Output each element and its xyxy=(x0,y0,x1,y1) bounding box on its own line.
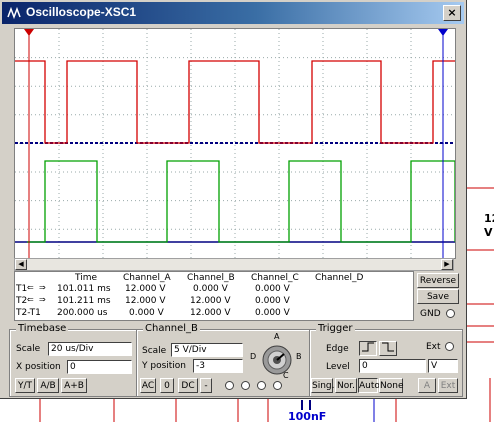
knob-label-c: C xyxy=(283,371,289,380)
level-unit-field[interactable]: V xyxy=(428,359,458,373)
row-t1-label: T1 xyxy=(16,284,28,294)
ab-button[interactable]: A/B xyxy=(37,378,59,393)
y-position-field[interactable]: -3 xyxy=(193,359,243,373)
gnd-terminal[interactable] xyxy=(446,309,455,318)
ext-terminal[interactable] xyxy=(445,342,454,351)
row-t2-t1-c: 0.000 V xyxy=(255,308,290,318)
timebase-scale-label: Scale xyxy=(16,344,41,354)
normal-button[interactable]: Nor. xyxy=(335,378,357,393)
row-t1-time: 101.011 ms xyxy=(57,284,111,294)
ac-button[interactable]: AC xyxy=(140,378,156,393)
trigger-a-button[interactable]: A xyxy=(418,378,436,393)
row-t1-a: 12.000 V xyxy=(125,284,166,294)
auto-button[interactable]: Auto xyxy=(358,378,380,393)
oscilloscope-window: Oscilloscope-XSC1 × ◀ ▶ Time Channel_A C… xyxy=(0,0,467,399)
channel-title: Channel_B xyxy=(143,323,200,334)
edge-label: Edge xyxy=(326,344,349,354)
falling-edge-icon[interactable] xyxy=(379,341,397,356)
channel-radio-d[interactable] xyxy=(273,381,282,390)
level-field[interactable]: 0 xyxy=(359,359,426,373)
cursor-t1-marker-icon xyxy=(24,29,34,36)
cursor-t2-marker-icon xyxy=(438,29,448,36)
trigger-title: Trigger xyxy=(316,323,355,334)
minus-button[interactable]: - xyxy=(200,378,212,393)
oscilloscope-app-icon xyxy=(7,6,21,20)
timebase-title: Timebase xyxy=(16,323,69,334)
yt-button[interactable]: Y/T xyxy=(15,378,35,393)
row-t2-a: 12.000 V xyxy=(125,296,166,306)
gnd-label: GND xyxy=(420,309,441,319)
knob-label-d: D xyxy=(250,352,257,361)
scope-plot xyxy=(15,29,456,258)
zero-button[interactable]: 0 xyxy=(160,378,174,393)
channel-group: Channel_B Scale 5 V/Div Y position -3 AC… xyxy=(136,323,310,397)
row-t2-t1-b: 12.000 V xyxy=(190,308,231,318)
row-t1-b: 0.000 V xyxy=(193,284,228,294)
row-t2-time: 101.211 ms xyxy=(57,296,111,306)
channel-radio-c[interactable] xyxy=(257,381,266,390)
scroll-right-icon[interactable]: ▶ xyxy=(441,259,453,270)
header-channel-a: Channel_A xyxy=(123,273,171,283)
trigger-group: Trigger Edge Ext Level 0 V Sing. Nor. Au… xyxy=(309,323,463,397)
row-t2-label: T2 xyxy=(16,296,28,306)
row-t1-c: 0.000 V xyxy=(255,284,290,294)
knob-label-a: A xyxy=(274,332,280,341)
channel-scale-label: Scale xyxy=(142,346,167,356)
scroll-left-icon[interactable]: ◀ xyxy=(15,259,27,270)
single-button[interactable]: Sing. xyxy=(311,378,335,393)
title-bar[interactable]: Oscilloscope-XSC1 × xyxy=(2,2,464,24)
header-time: Time xyxy=(75,273,98,283)
ext-label: Ext xyxy=(426,342,441,352)
a-plus-b-button[interactable]: A+B xyxy=(61,378,87,393)
level-label: Level xyxy=(326,362,350,372)
row-t2-t1-label: T2-T1 xyxy=(16,308,41,318)
timebase-group: Timebase Scale 20 us/Div X position 0 Y/… xyxy=(9,323,137,397)
rising-edge-icon[interactable] xyxy=(359,341,377,356)
x-position-field[interactable]: 0 xyxy=(67,360,132,374)
capacitor-label: 100nF xyxy=(288,410,327,423)
channel-scale-field[interactable]: 5 V/Div xyxy=(171,343,243,357)
voltage-label: 12 xyxy=(484,212,494,225)
channel-radio-a[interactable] xyxy=(225,381,234,390)
cursor-readout: Time Channel_A Channel_B Channel_C Chann… xyxy=(14,271,414,321)
none-button[interactable]: None xyxy=(379,378,403,393)
channel-radio-b[interactable] xyxy=(241,381,250,390)
header-channel-c: Channel_C xyxy=(251,273,299,283)
t2-right-arrow-icon[interactable]: ⇒ xyxy=(39,295,59,304)
voltage-unit-label: V xyxy=(484,226,493,239)
row-t2-t1-a: 0.000 V xyxy=(129,308,164,318)
channel-b-trace xyxy=(27,160,456,243)
save-button[interactable]: Save xyxy=(417,289,459,304)
row-t2-t1-time: 200.000 us xyxy=(57,308,108,318)
x-position-label: X position xyxy=(16,362,61,372)
dc-button[interactable]: DC xyxy=(178,378,198,393)
trigger-ext-button[interactable]: Ext xyxy=(438,378,458,393)
channel-selector-knob-icon[interactable] xyxy=(257,340,297,380)
horizontal-scrollbar[interactable]: ◀ ▶ xyxy=(14,258,454,271)
knob-label-b: B xyxy=(296,352,302,361)
header-channel-d: Channel_D xyxy=(315,273,364,283)
row-t2-b: 12.000 V xyxy=(190,296,231,306)
t1-right-arrow-icon[interactable]: ⇒ xyxy=(39,283,59,292)
y-position-label: Y position xyxy=(142,361,187,371)
scope-display xyxy=(14,28,456,259)
window-title: Oscilloscope-XSC1 xyxy=(26,5,137,19)
reverse-button[interactable]: Reverse xyxy=(417,273,459,288)
header-channel-b: Channel_B xyxy=(187,273,235,283)
row-t2-c: 0.000 V xyxy=(255,296,290,306)
close-icon[interactable]: × xyxy=(443,5,461,21)
timebase-scale-field[interactable]: 20 us/Div xyxy=(48,342,132,356)
